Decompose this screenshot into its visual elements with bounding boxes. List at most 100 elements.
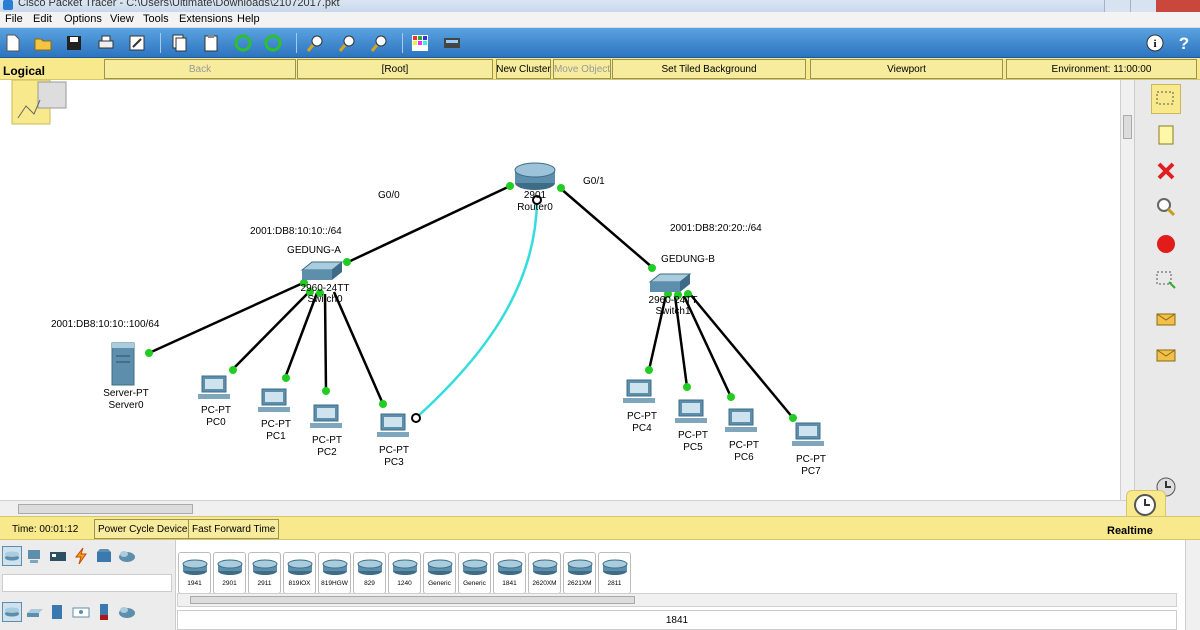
add-simple-pdu-icon[interactable] (1151, 304, 1181, 334)
inspect-tool-icon[interactable] (1151, 192, 1181, 222)
palette-icon[interactable] (409, 32, 431, 54)
device-tile[interactable]: Generic (423, 552, 456, 594)
new-cluster-button[interactable]: New Cluster (496, 59, 551, 79)
clock-tab[interactable] (1126, 490, 1166, 518)
device-list-vertical-scrollbar[interactable] (1185, 540, 1200, 630)
wireless-devices-icon[interactable] (71, 602, 91, 622)
device-tile[interactable]: 2621XM (563, 552, 596, 594)
pc6[interactable]: PC-PT PC6 (725, 408, 759, 463)
draw-ellipse-tool-icon[interactable] (1151, 229, 1181, 259)
move-object-button[interactable]: Move Object (553, 59, 611, 79)
switch0[interactable]: GEDUNG-A 2960-24TT Switch0 (287, 245, 349, 305)
topology-canvas[interactable]: 2901 Router0 G0/0 G0/1 GEDUNG-A 2960-24T… (0, 80, 1120, 500)
device-list-scrollbar[interactable] (177, 593, 1177, 607)
note-tool-icon[interactable] (1151, 120, 1181, 150)
set-tiled-background-button[interactable]: Set Tiled Background (612, 59, 806, 79)
pc4[interactable]: PC-PT PC4 (623, 379, 657, 434)
device-tile[interactable]: 1841 (493, 552, 526, 594)
activity-wizard-icon[interactable] (126, 32, 148, 54)
menu-tools[interactable]: Tools (143, 13, 169, 25)
select-tool-icon[interactable] (1151, 84, 1181, 114)
undo-icon[interactable] (232, 32, 254, 54)
multiuser-connection-icon[interactable] (117, 546, 137, 566)
hubs-icon[interactable] (48, 602, 68, 622)
save-icon[interactable] (63, 32, 85, 54)
maximize-button[interactable] (1130, 0, 1156, 12)
toolbar-separator (296, 33, 297, 53)
print-icon[interactable] (95, 32, 117, 54)
server0[interactable]: Server-PT Server0 (103, 342, 149, 411)
scroll-thumb[interactable] (1123, 115, 1132, 139)
close-window-button[interactable] (1156, 0, 1200, 12)
switch1-model: 2960-24TT (649, 295, 698, 306)
custom-device-icon[interactable] (441, 32, 463, 54)
delete-tool-icon[interactable] (1151, 156, 1181, 186)
logical-view-tab[interactable] (11, 80, 67, 125)
device-tile[interactable]: 819IOX (283, 552, 316, 594)
open-folder-icon[interactable] (32, 32, 54, 54)
server0-type: Server-PT (103, 388, 149, 399)
pc5[interactable]: PC-PT PC5 (675, 399, 708, 453)
zoom-reset-icon[interactable] (337, 32, 359, 54)
help-icon[interactable]: ? (1173, 32, 1195, 54)
device-tile-label: 2911 (257, 580, 272, 587)
fast-forward-time-button[interactable]: Fast Forward Time (188, 519, 280, 539)
wan-emulation-icon[interactable] (117, 602, 137, 622)
menu-edit[interactable]: Edit (33, 13, 52, 25)
viewport-button[interactable]: Viewport (810, 59, 1003, 79)
device-tile[interactable]: 1941 (178, 552, 211, 594)
pc7[interactable]: PC-PT PC7 (792, 422, 826, 477)
pc3[interactable]: PC-PT PC3 (377, 413, 409, 468)
menu-view[interactable]: View (110, 13, 134, 25)
add-complex-pdu-icon[interactable] (1151, 340, 1181, 370)
menu-file[interactable]: File (5, 13, 23, 25)
scroll-thumb[interactable] (18, 504, 193, 514)
pc7-name: PC7 (801, 466, 821, 477)
device-tile[interactable]: 2901 (213, 552, 246, 594)
resize-tool-icon[interactable] (1151, 264, 1181, 294)
device-tile[interactable]: Generic (458, 552, 491, 594)
switches-icon[interactable] (25, 602, 45, 622)
environment-button[interactable]: Environment: 11:00:00 (1006, 59, 1197, 79)
device-tile[interactable]: 2620XM (528, 552, 561, 594)
menu-help[interactable]: Help (237, 13, 260, 25)
router-device-icon (322, 559, 347, 575)
network-devices-icon[interactable] (2, 546, 22, 566)
pc1[interactable]: PC-PT PC1 (258, 388, 291, 442)
router0[interactable]: 2901 Router0 (514, 162, 556, 213)
redo-icon[interactable] (262, 32, 284, 54)
switch1[interactable]: GEDUNG-B 2960-24TT Switch1 (649, 254, 716, 317)
security-icon[interactable] (94, 602, 114, 622)
server0-name: Server0 (108, 400, 143, 411)
device-tile[interactable]: 819HGW (318, 552, 351, 594)
device-tile-label: 1240 (397, 580, 412, 587)
miscellaneous-icon[interactable] (94, 546, 114, 566)
link-router-switch1 (559, 187, 654, 269)
end-devices-icon[interactable] (25, 546, 45, 566)
zoom-out-icon[interactable] (369, 32, 391, 54)
menu-options[interactable]: Options (64, 13, 102, 25)
paste-icon[interactable] (200, 32, 222, 54)
copy-icon[interactable] (168, 32, 190, 54)
connections-icon[interactable] (71, 546, 91, 566)
info-icon[interactable]: i (1144, 32, 1166, 54)
category-name-box (2, 574, 172, 592)
minimize-button[interactable] (1104, 0, 1130, 12)
root-button[interactable]: [Root] (297, 59, 493, 79)
pc2[interactable]: PC-PT PC2 (310, 404, 342, 458)
canvas-horizontal-scrollbar[interactable] (0, 500, 1134, 516)
new-file-icon[interactable] (2, 32, 24, 54)
device-tile[interactable]: 2811 (598, 552, 631, 594)
scroll-thumb[interactable] (190, 596, 635, 604)
zoom-in-icon[interactable] (305, 32, 327, 54)
menu-extensions[interactable]: Extensions (179, 13, 233, 25)
back-button[interactable]: Back (104, 59, 296, 79)
device-tile[interactable]: 2911 (248, 552, 281, 594)
power-cycle-devices-button[interactable]: Power Cycle Devices (94, 519, 197, 539)
pc0[interactable]: PC-PT PC0 (198, 375, 231, 428)
device-tile[interactable]: 1240 (388, 552, 421, 594)
canvas-vertical-scrollbar[interactable] (1120, 80, 1134, 500)
device-tile[interactable]: 829 (353, 552, 386, 594)
routers-icon[interactable] (2, 602, 22, 622)
components-icon[interactable] (48, 546, 68, 566)
